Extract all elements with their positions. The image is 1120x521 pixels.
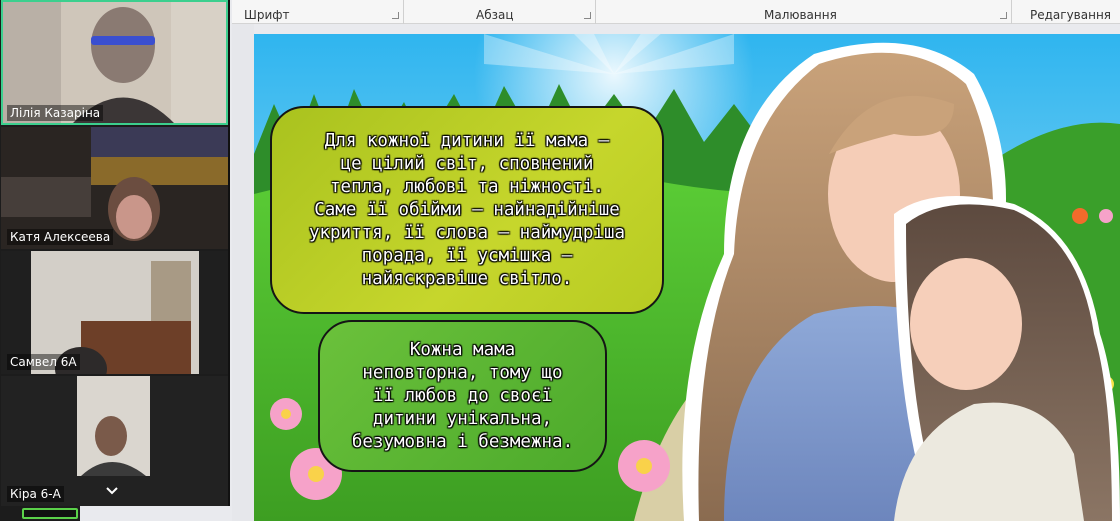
text-line: Саме її обійми — найнадійніше (314, 199, 620, 220)
participant-tile[interactable]: Катя Алексеева (1, 127, 228, 249)
participant-name: Лілія Казаріна (7, 105, 104, 121)
participant-tile[interactable]: Самвел 6А (1, 251, 228, 374)
quote-bubble-main-text: Для кожної дитини її мама — це цілий сві… (309, 130, 625, 291)
slide-thumbnail[interactable] (22, 508, 78, 519)
bottom-strip (0, 506, 80, 521)
participant-name: Катя Алексеева (7, 229, 114, 245)
quote-bubble-main[interactable]: Для кожної дитини її мама — це цілий сві… (270, 106, 664, 314)
ribbon-group-paragraph-label: Абзац (476, 8, 514, 22)
text-line: тепла, любові та ніжності. (330, 176, 604, 197)
editor-gutter (232, 24, 254, 521)
participant-tile[interactable]: Кіра 6-А (1, 376, 228, 506)
text-line: безумовна і безмежна. (351, 431, 574, 452)
video-panel: Лілія Казаріна Катя Алексеева Самвел 6А (0, 0, 230, 506)
ribbon-group-drawing-label: Малювання (764, 8, 837, 22)
text-line: Кожна мама (409, 339, 516, 360)
app-window: Шрифт Абзац Малювання Редагування Лілія … (0, 0, 1120, 521)
text-line: Для кожної дитини її мама — (324, 130, 610, 151)
participant-name: Самвел 6А (7, 354, 80, 370)
ribbon-group-drawing[interactable]: Малювання (596, 0, 1012, 24)
ribbon-group-font[interactable]: Шрифт (232, 0, 404, 24)
text-line: укриття, її слова — наймудріша (308, 222, 626, 243)
text-line: дитини унікальна, (372, 408, 553, 429)
paragraph-dialog-launcher-icon[interactable] (584, 12, 591, 19)
text-line: найяскравіше світло. (361, 268, 573, 289)
drawing-dialog-launcher-icon[interactable] (1000, 12, 1007, 19)
chevron-down-icon[interactable] (105, 484, 119, 498)
text-line: неповторна, тому що (362, 362, 563, 383)
text-line: її любов до своєї (372, 385, 553, 406)
font-dialog-launcher-icon[interactable] (392, 12, 399, 19)
text-line: це цілий світ, сповнений (340, 153, 594, 174)
participant-name: Кіра 6-А (7, 486, 64, 502)
participant-tile[interactable]: Лілія Казаріна (1, 0, 228, 125)
ribbon-group-paragraph[interactable]: Абзац (404, 0, 596, 24)
text-line: порада, її усмішка — (361, 245, 573, 266)
quote-bubble-secondary[interactable]: Кожна мама неповторна, тому що її любов … (318, 320, 607, 472)
ribbon: Шрифт Абзац Малювання Редагування (232, 0, 1120, 24)
slide-canvas[interactable]: Для кожної дитини її мама — це цілий сві… (254, 34, 1120, 521)
quote-bubble-secondary-text: Кожна мама неповторна, тому що її любов … (352, 339, 573, 454)
ribbon-group-font-label: Шрифт (244, 8, 290, 22)
ribbon-group-editing-label: Редагування (1030, 8, 1112, 22)
ribbon-group-editing[interactable]: Редагування (1012, 0, 1120, 24)
